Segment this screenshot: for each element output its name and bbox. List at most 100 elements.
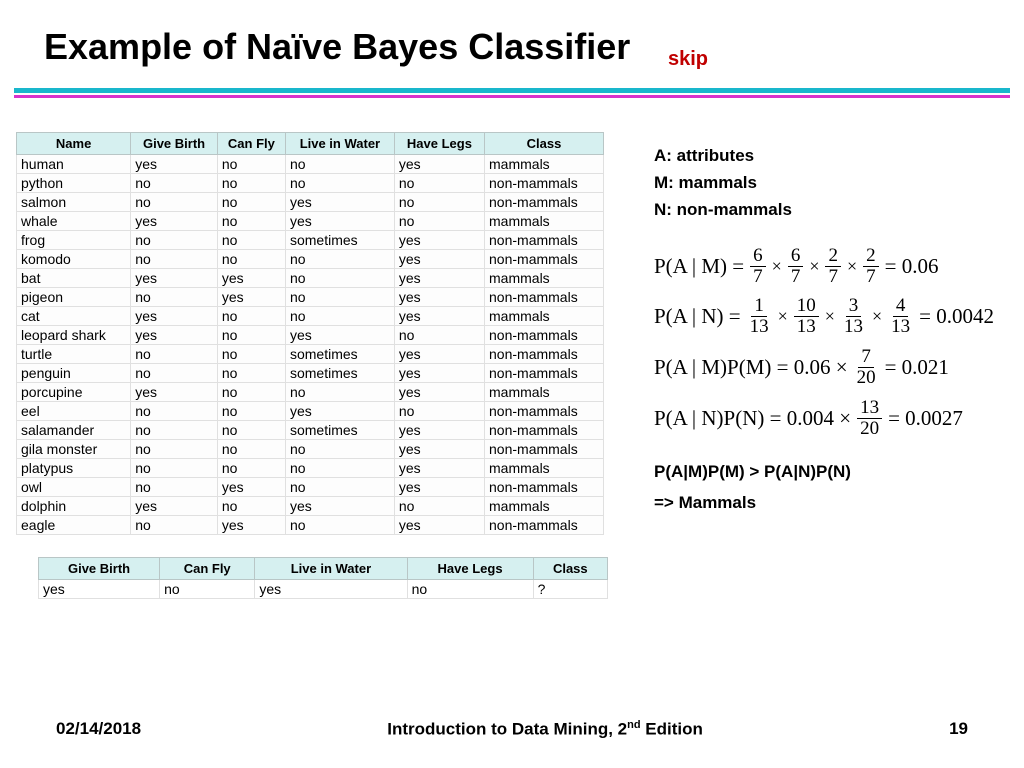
table-cell: gila monster xyxy=(17,440,131,459)
table-header: Can Fly xyxy=(217,133,285,155)
conclusion: P(A|M)P(M) > P(A|N)P(N) => Mammals xyxy=(654,457,1014,518)
table-cell: yes xyxy=(394,516,484,535)
footer-book: Introduction to Data Mining, 2nd Edition xyxy=(387,719,703,740)
table-cell: no xyxy=(285,174,394,193)
table-cell: sometimes xyxy=(285,364,394,383)
table-cell: eel xyxy=(17,402,131,421)
table-cell: non-mammals xyxy=(485,516,604,535)
equations: P(A | M) = 67 × 67 × 27 × 27 = 0.06 P(A … xyxy=(654,246,1014,440)
eq-rhs: = 0.06 xyxy=(885,254,939,279)
table-cell: non-mammals xyxy=(485,345,604,364)
table-cell: no xyxy=(131,478,218,497)
table-row: whaleyesnoyesnomammals xyxy=(17,212,604,231)
table-row: humanyesnonoyesmammals xyxy=(17,155,604,174)
table-cell: no xyxy=(131,440,218,459)
table-cell: sometimes xyxy=(285,421,394,440)
table-cell: yes xyxy=(131,497,218,516)
table-cell: owl xyxy=(17,478,131,497)
query-header: Have Legs xyxy=(407,558,533,580)
query-header: Class xyxy=(533,558,607,580)
table-row: catyesnonoyesmammals xyxy=(17,307,604,326)
table-row: salmonnonoyesnonon-mammals xyxy=(17,193,604,212)
eq-rhs: = 0.0027 xyxy=(888,406,963,431)
table-cell: non-mammals xyxy=(485,288,604,307)
table-header: Class xyxy=(485,133,604,155)
table-cell: leopard shark xyxy=(17,326,131,345)
table-cell: non-mammals xyxy=(485,193,604,212)
table-cell: no xyxy=(217,307,285,326)
table-cell: yes xyxy=(285,326,394,345)
table-row: gila monsternononoyesnon-mammals xyxy=(17,440,604,459)
table-cell: yes xyxy=(394,307,484,326)
table-cell: no xyxy=(394,497,484,516)
table-cell: non-mammals xyxy=(485,478,604,497)
table-cell: no xyxy=(217,174,285,193)
table-cell: no xyxy=(394,212,484,231)
table-cell: yes xyxy=(285,497,394,516)
table-cell: no xyxy=(394,193,484,212)
table-cell: human xyxy=(17,155,131,174)
table-cell: yes xyxy=(394,269,484,288)
table-cell: non-mammals xyxy=(485,402,604,421)
table-cell: yes xyxy=(394,440,484,459)
table-row: salamandernonosometimesyesnon-mammals xyxy=(17,421,604,440)
table-cell: mammals xyxy=(485,307,604,326)
table-header: Name xyxy=(17,133,131,155)
table-cell: mammals xyxy=(485,459,604,478)
skip-label: skip xyxy=(668,48,708,71)
table-cell: yes xyxy=(394,421,484,440)
table-cell: no xyxy=(285,478,394,497)
table-cell: platypus xyxy=(17,459,131,478)
table-row: eelnonoyesnonon-mammals xyxy=(17,402,604,421)
table-cell: no xyxy=(217,326,285,345)
table-cell: mammals xyxy=(485,269,604,288)
footer-date: 02/14/2018 xyxy=(56,719,141,740)
table-cell: yes xyxy=(131,155,218,174)
table-cell: no xyxy=(285,383,394,402)
table-cell: yes xyxy=(131,383,218,402)
table-cell: no xyxy=(217,193,285,212)
table-cell: yes xyxy=(131,326,218,345)
table-cell: no xyxy=(131,288,218,307)
table-cell: whale xyxy=(17,212,131,231)
eq-lhs: P(A | N)P(N) = 0.004 × xyxy=(654,406,851,431)
table-cell: komodo xyxy=(17,250,131,269)
table-cell: non-mammals xyxy=(485,250,604,269)
table-cell: yes xyxy=(285,193,394,212)
table-cell: porcupine xyxy=(17,383,131,402)
table-cell: sometimes xyxy=(285,345,394,364)
query-table: Give BirthCan FlyLive in WaterHave LegsC… xyxy=(38,557,608,599)
table-cell: no xyxy=(217,155,285,174)
table-row: turtlenonosometimesyesnon-mammals xyxy=(17,345,604,364)
table-cell: mammals xyxy=(485,497,604,516)
query-cell: no xyxy=(407,580,533,599)
table-cell: no xyxy=(285,269,394,288)
table-cell: yes xyxy=(394,383,484,402)
table-cell: no xyxy=(131,193,218,212)
legend-n: N: non-mammals xyxy=(654,196,1014,223)
table-cell: yes xyxy=(394,459,484,478)
table-cell: dolphin xyxy=(17,497,131,516)
table-header: Live in Water xyxy=(285,133,394,155)
query-cell: no xyxy=(160,580,255,599)
table-cell: no xyxy=(285,516,394,535)
table-cell: no xyxy=(131,174,218,193)
query-cell: ? xyxy=(533,580,607,599)
table-cell: no xyxy=(131,364,218,383)
table-cell: non-mammals xyxy=(485,440,604,459)
table-cell: no xyxy=(285,155,394,174)
table-cell: mammals xyxy=(485,212,604,231)
table-cell: no xyxy=(394,402,484,421)
table-cell: no xyxy=(394,174,484,193)
table-cell: python xyxy=(17,174,131,193)
table-cell: cat xyxy=(17,307,131,326)
table-row: porcupineyesnonoyesmammals xyxy=(17,383,604,402)
table-cell: yes xyxy=(217,478,285,497)
query-header: Give Birth xyxy=(39,558,160,580)
table-row: pythonnononononon-mammals xyxy=(17,174,604,193)
table-cell: penguin xyxy=(17,364,131,383)
table-cell: yes xyxy=(285,212,394,231)
table-cell: turtle xyxy=(17,345,131,364)
table-cell: yes xyxy=(217,516,285,535)
table-cell: no xyxy=(217,345,285,364)
